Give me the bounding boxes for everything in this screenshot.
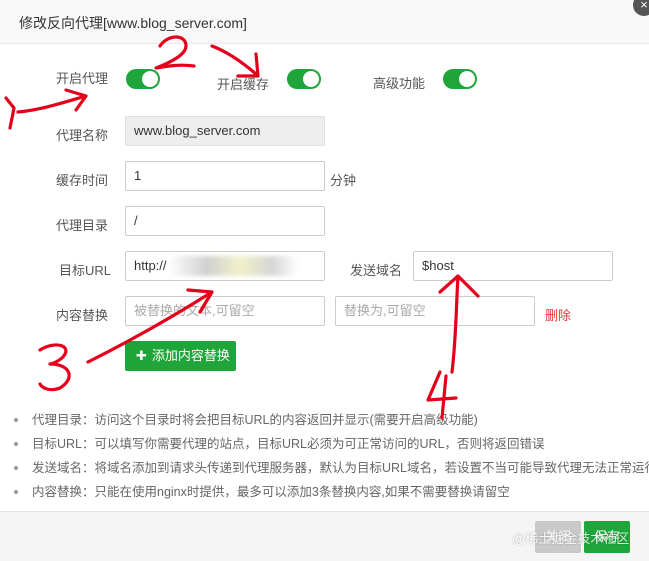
- proxy-toggle[interactable]: [126, 69, 160, 89]
- annotation-arrow-2: [210, 44, 260, 78]
- dialog-title: 修改反向代理[www.blog_server.com]: [19, 15, 247, 31]
- proxy-dir-label: 代理目录: [56, 218, 109, 233]
- toggle-knob: [303, 71, 319, 87]
- add-replace-label: 添加内容替换: [151, 348, 230, 363]
- send-domain-label: 发送域名: [350, 263, 403, 278]
- target-url-label: 目标URL: [59, 263, 112, 278]
- note-item: 发送域名：将域名添加到请求头传递到代理服务器，默认为目标URL域名，若设置不当可…: [10, 456, 649, 480]
- cache-time-unit: 分钟: [330, 173, 357, 188]
- advanced-toggle-label: 高级功能: [373, 76, 426, 91]
- cache-toggle-label: 开启缓存: [217, 77, 270, 92]
- cache-toggle[interactable]: [287, 69, 321, 89]
- dialog-titlebar: 修改反向代理[www.blog_server.com]: [0, 0, 649, 44]
- annotation-arrow-1: [16, 88, 88, 114]
- plus-icon: ✚: [136, 348, 147, 363]
- proxy-dir-input[interactable]: /: [125, 206, 325, 236]
- delete-replace-link[interactable]: 删除: [545, 305, 571, 324]
- note-item: 目标URL：可以填写你需要代理的站点，目标URL必须为可正常访问的URL，否则将…: [10, 432, 640, 456]
- toggle-knob: [142, 71, 158, 87]
- proxy-name-label: 代理名称: [56, 128, 109, 143]
- note-item: 代理目录：访问这个目录时将会把目标URL的内容返回并显示(需要开启高级功能): [10, 408, 640, 432]
- redacted-url-mask: [168, 256, 298, 276]
- toggle-knob: [459, 71, 475, 87]
- cache-time-input[interactable]: 1: [125, 161, 325, 191]
- advanced-toggle[interactable]: [443, 69, 477, 89]
- help-notes: 代理目录：访问这个目录时将会把目标URL的内容返回并显示(需要开启高级功能) 目…: [10, 408, 649, 504]
- proxy-toggle-label: 开启代理: [56, 71, 109, 86]
- note-item: 内容替换：只能在使用nginx时提供，最多可以添加3条替换内容,如果不需要替换请…: [10, 480, 640, 504]
- proxy-name-field: www.blog_server.com: [125, 116, 325, 146]
- annotation-digit-1: [4, 96, 16, 130]
- content-replace-label: 内容替换: [56, 308, 109, 323]
- watermark: @稀土掘金技术社区: [512, 531, 630, 546]
- replace-from-input[interactable]: 被替换的文本,可留空: [125, 296, 325, 326]
- send-domain-input[interactable]: $host: [413, 251, 613, 281]
- replace-to-input[interactable]: 替换为,可留空: [335, 296, 535, 326]
- annotation-digit-3: [38, 343, 71, 392]
- add-replace-button[interactable]: ✚ 添加内容替换: [125, 341, 236, 371]
- cache-time-label: 缓存时间: [56, 173, 109, 188]
